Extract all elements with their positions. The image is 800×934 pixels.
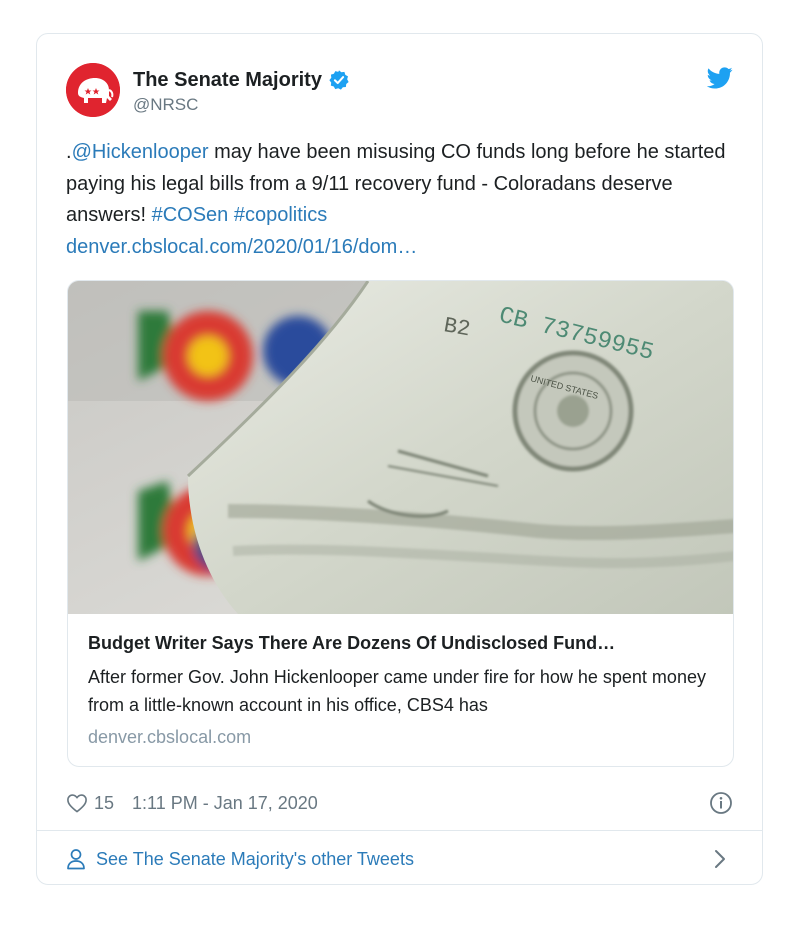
twitter-bird-icon[interactable] (707, 67, 733, 89)
author-display-name[interactable]: The Senate Majority (133, 68, 322, 92)
card-image[interactable]: CB 73759955 B2 UNITED STATES (68, 281, 733, 614)
hashtag-link-copolitics[interactable]: #copolitics (234, 204, 327, 226)
avatar[interactable] (66, 63, 120, 117)
article-url-link[interactable]: denver.cbslocal.com/2020/01/16/dom… (66, 236, 417, 258)
card-title[interactable]: Budget Writer Says There Are Dozens Of U… (88, 631, 718, 655)
money-photo: CB 73759955 B2 UNITED STATES (68, 281, 733, 614)
person-icon (67, 849, 85, 870)
elephant-logo-icon (66, 63, 120, 117)
card-body: Budget Writer Says There Are Dozens Of U… (88, 631, 718, 749)
link-preview-card[interactable]: CB 73759955 B2 UNITED STATES Budget Writ… (67, 280, 734, 767)
tweet-meta: 15 1:11 PM - Jan 17, 2020 (66, 789, 733, 817)
like-count[interactable]: 15 (94, 793, 114, 814)
author-info[interactable]: The Senate Majority @NRSC (133, 68, 350, 115)
author-handle[interactable]: @NRSC (133, 95, 350, 115)
card-description: After former Gov. John Hickenlooper came… (88, 667, 706, 715)
other-tweets-link[interactable]: See The Senate Majority's other Tweets (66, 844, 733, 874)
tweet-card[interactable]: The Senate Majority @NRSC .@Hickenlooper… (36, 33, 763, 885)
verified-badge-icon (329, 70, 349, 90)
card-image-series: B2 (442, 313, 472, 342)
mention-link[interactable]: @Hickenlooper (72, 141, 209, 163)
divider (37, 830, 762, 831)
chevron-right-icon[interactable] (713, 848, 727, 870)
hashtag-link-cosen[interactable]: #COSen (152, 204, 229, 226)
tweet-header: The Senate Majority @NRSC (66, 63, 733, 121)
card-domain: denver.cbslocal.com (88, 727, 252, 747)
tweet-timestamp[interactable]: 1:11 PM - Jan 17, 2020 (132, 793, 318, 814)
info-icon[interactable] (709, 791, 733, 815)
heart-icon[interactable] (66, 793, 88, 813)
other-tweets-label[interactable]: See The Senate Majority's other Tweets (96, 849, 414, 870)
tweet-text: .@Hickenlooper may have been misusing CO… (66, 137, 736, 263)
